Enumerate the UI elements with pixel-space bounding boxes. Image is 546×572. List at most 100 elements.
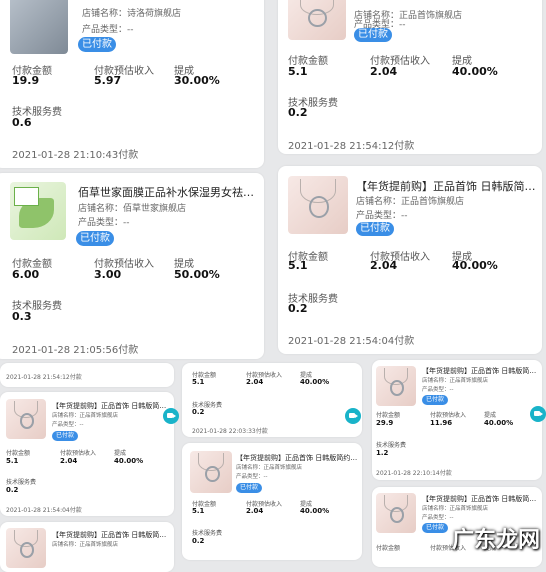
paid-amount: 19.9 — [12, 74, 40, 87]
paid-amount-label: 付款金额 — [6, 450, 31, 457]
order-card[interactable]: 佰草世家面膜正品补水保湿男女祛痘淡化痘... 店铺名称：佰草世家旗舰店 产品类型… — [0, 173, 264, 359]
commission-rate: 30.00% — [174, 74, 220, 87]
product-type: 产品类型：-- — [422, 515, 454, 521]
service-fee: 0.2 — [192, 537, 205, 545]
payment-time: 2021-01-28 21:54:04付款 — [6, 507, 82, 514]
video-icon[interactable] — [163, 408, 179, 424]
product-type: 产品类型：-- — [78, 218, 130, 228]
shop-name: 店铺名称：诗洛荷旗舰店 — [82, 9, 182, 19]
order-card[interactable]: 【年货提前购】正品首饰 日韩版简约吊坠+... 店铺名称：正品首饰旗舰店 产品类… — [182, 443, 362, 560]
product-thumbnail — [10, 0, 68, 54]
service-fee-label: 技术服务费 — [376, 442, 407, 449]
watermark-text: 广东龙网 — [451, 528, 540, 553]
est-income: 3.00 — [94, 268, 122, 281]
payment-time: 2021-01-28 21:54:12付款 — [288, 141, 415, 152]
product-title[interactable]: 【年货提前购】正品首饰 日韩版简约吊坠+... — [52, 401, 170, 411]
order-card[interactable]: 【年货提前购】正品首饰 日韩版简约吊坠+... 店铺名称：正品首饰旗舰店 产品类… — [278, 166, 542, 354]
video-icon[interactable] — [345, 408, 361, 424]
commission-rate: 40.00% — [300, 378, 330, 386]
commission-label: 提成 — [114, 450, 127, 457]
order-card[interactable]: 2021-01-28 21:54:12付款 — [0, 363, 174, 387]
paid-amount: 5.1 — [288, 259, 308, 272]
paid-amount: 29.9 — [376, 419, 394, 427]
commission-rate: 40.00% — [452, 65, 498, 78]
shop-name: 店铺名称：正品首饰旗舰店 — [356, 197, 465, 207]
service-fee: 0.3 — [12, 310, 32, 323]
product-thumbnail — [6, 399, 46, 439]
status-badge: 已付款 — [236, 483, 262, 493]
shop-name: 店铺名称：正品首饰旗舰店 — [52, 413, 119, 419]
payment-time: 2021-01-28 21:05:56付款 — [12, 345, 139, 356]
order-card[interactable]: 【年货提前购】正品首饰 日韩版简约吊坠+... 店铺名称：正品首饰旗舰店 — [0, 522, 174, 572]
est-income: 5.97 — [94, 74, 122, 87]
product-thumbnail — [6, 528, 46, 568]
product-title[interactable]: 佰草世家面膜正品补水保湿男女祛痘淡化痘... — [78, 184, 256, 200]
paid-amount: 5.1 — [192, 378, 205, 386]
shop-name: 店铺名称：佰草世家旗舰店 — [78, 204, 187, 214]
product-thumbnail — [190, 451, 232, 493]
service-fee-label: 技术服务费 — [6, 479, 37, 486]
order-card[interactable]: 店铺名称：诗洛荷旗舰店 产品类型：-- 已付款 付款金额 付款预估收入 提成 1… — [0, 0, 264, 168]
status-badge: 已付款 — [78, 37, 116, 52]
est-income: 11.96 — [430, 419, 453, 427]
payment-time: 2021-01-28 21:10:43付款 — [12, 150, 139, 161]
product-thumbnail — [376, 366, 416, 406]
product-title[interactable]: 【年货提前购】正品首饰 日韩版简约吊坠+... — [356, 178, 536, 194]
est-income: 2.04 — [246, 507, 264, 515]
commission-label: 提成 — [484, 412, 497, 419]
status-badge: 已付款 — [422, 523, 448, 533]
product-type: 产品类型：-- — [82, 25, 134, 35]
commission-rate: 40.00% — [484, 419, 514, 427]
shop-name: 店铺名称：正品首饰旗舰店 — [52, 542, 119, 548]
service-fee-label: 技术服务费 — [192, 530, 223, 537]
status-badge: 已付款 — [356, 222, 394, 236]
paid-amount: 5.1 — [192, 507, 205, 515]
commission-rate: 40.00% — [114, 457, 144, 465]
paid-amount-label: 付款金额 — [376, 545, 401, 552]
product-title[interactable]: 【年货提前购】正品首饰 日韩版简约吊坠+... — [422, 494, 538, 504]
paid-amount: 5.1 — [288, 65, 308, 78]
paid-amount: 5.1 — [6, 457, 19, 465]
product-type: 产品类型：-- — [236, 474, 268, 480]
product-thumbnail — [288, 0, 346, 40]
product-title[interactable]: 【年货提前购】正品首饰 日韩版简约吊坠+... — [236, 453, 358, 463]
shop-name: 店铺名称：正品首饰旗舰店 — [422, 506, 489, 512]
product-thumbnail — [376, 493, 416, 533]
order-card[interactable]: 付款金额 付款预估收入 提成 5.1 2.04 40.00% 技术服务费 0.2… — [182, 363, 362, 437]
payment-time: 2021-01-28 21:54:12付款 — [6, 374, 82, 381]
paid-amount: 6.00 — [12, 268, 40, 281]
commission-rate: 40.00% — [300, 507, 330, 515]
commission-rate: 40.00% — [452, 259, 498, 272]
service-fee: 0.2 — [288, 106, 308, 119]
product-type: 产品类型：-- — [52, 422, 84, 428]
service-fee: 0.2 — [6, 486, 19, 494]
payment-time: 2021-01-28 21:54:04付款 — [288, 336, 415, 347]
service-fee: 1.2 — [376, 449, 389, 457]
status-badge: 已付款 — [52, 431, 78, 441]
video-icon[interactable] — [530, 406, 546, 422]
status-badge: 已付款 — [76, 231, 114, 246]
est-income: 2.04 — [370, 259, 398, 272]
product-type: 产品类型：-- — [422, 387, 454, 393]
order-card[interactable]: 店铺名称：正品首饰旗舰店 产品类型：-- 已付款 付款金额 付款预估收入 提成 … — [278, 0, 542, 154]
status-badge: 已付款 — [354, 28, 392, 42]
est-income: 2.04 — [246, 378, 264, 386]
product-thumbnail — [288, 176, 348, 234]
product-title[interactable]: 【年货提前购】正品首饰 日韩版简约吊坠+... — [52, 530, 170, 540]
product-type: 产品类型：-- — [356, 211, 408, 221]
shop-name: 店铺名称：正品首饰旗舰店 — [236, 465, 303, 471]
est-income: 2.04 — [60, 457, 78, 465]
est-income-label: 付款预估收入 — [430, 412, 467, 419]
service-fee: 0.2 — [288, 302, 308, 315]
product-title[interactable]: 【年货提前购】正品首饰 日韩版简约吊坠+... — [422, 366, 538, 376]
payment-time: 2021-01-28 22:10:14付款 — [376, 470, 452, 477]
order-card[interactable]: 【年货提前购】正品首饰 日韩版简约吊坠+... 店铺名称：正品首饰旗舰店 产品类… — [372, 360, 542, 480]
service-fee: 0.2 — [192, 408, 205, 416]
commission-rate: 50.00% — [174, 268, 220, 281]
est-income-label: 付款预估收入 — [60, 450, 97, 457]
product-thumbnail — [10, 182, 66, 240]
order-card[interactable]: 【年货提前购】正品首饰 日韩版简约吊坠+... 店铺名称：正品首饰旗舰店 产品类… — [0, 392, 174, 516]
shop-name: 店铺名称：正品首饰旗舰店 — [422, 378, 489, 384]
payment-time: 2021-01-28 22:03:33付款 — [192, 428, 268, 435]
paid-amount-label: 付款金额 — [376, 412, 401, 419]
